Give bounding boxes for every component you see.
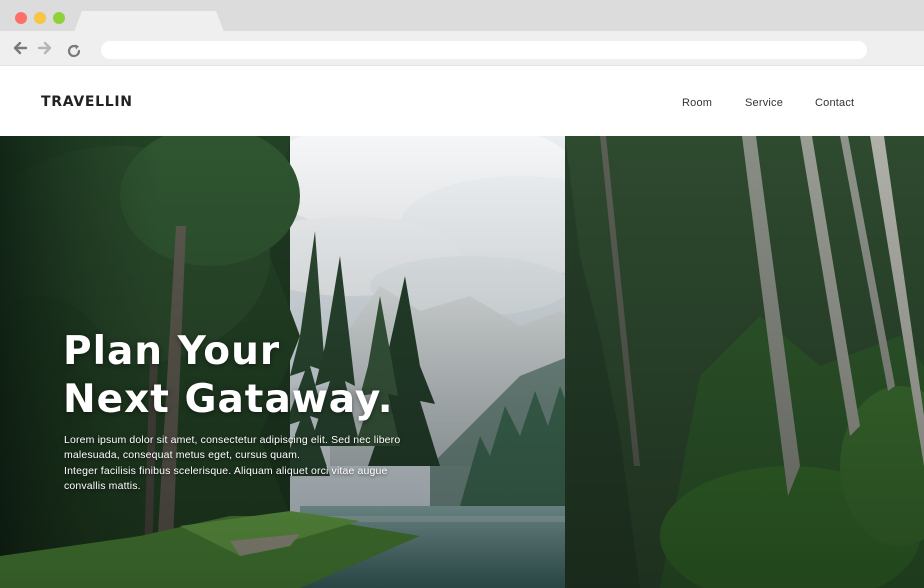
browser-tab[interactable] — [74, 11, 224, 32]
forward-icon[interactable] — [37, 40, 53, 56]
back-icon[interactable] — [12, 40, 28, 56]
hero-heading-line-2: Next Gataway. — [63, 377, 394, 422]
hero-description-line-4: convallis mattis. — [64, 479, 141, 492]
nav-link-room[interactable]: Room — [682, 97, 712, 109]
hero-description-line-2: malesuada, consequat metus eget, cursus … — [64, 449, 301, 462]
site-logo[interactable]: TRAVELLIN — [41, 94, 133, 110]
browser-toolbar — [0, 31, 924, 66]
site-header: TRAVELLIN Room Service Contact — [0, 66, 924, 136]
hero-heading: Plan Your Next Gataway. — [63, 328, 394, 424]
tab-strip — [0, 0, 924, 32]
close-window-button[interactable] — [15, 12, 27, 24]
hero-description-line-3: Integer facilisis finibus scelerisque. A… — [64, 464, 388, 477]
hero-description: Lorem ipsum dolor sit amet, consectetur … — [64, 433, 424, 494]
maximize-window-button[interactable] — [53, 12, 65, 24]
address-bar[interactable] — [101, 41, 867, 59]
nav-link-contact[interactable]: Contact — [815, 97, 854, 109]
reload-icon[interactable] — [66, 43, 82, 59]
hero-heading-line-1: Plan Your — [63, 329, 281, 374]
minimize-window-button[interactable] — [34, 12, 46, 24]
nav-link-service[interactable]: Service — [745, 97, 783, 109]
browser-chrome — [0, 0, 924, 66]
hero-section: Plan Your Next Gataway. Lorem ipsum dolo… — [0, 136, 924, 588]
hero-description-line-1: Lorem ipsum dolor sit amet, consectetur … — [64, 434, 401, 446]
